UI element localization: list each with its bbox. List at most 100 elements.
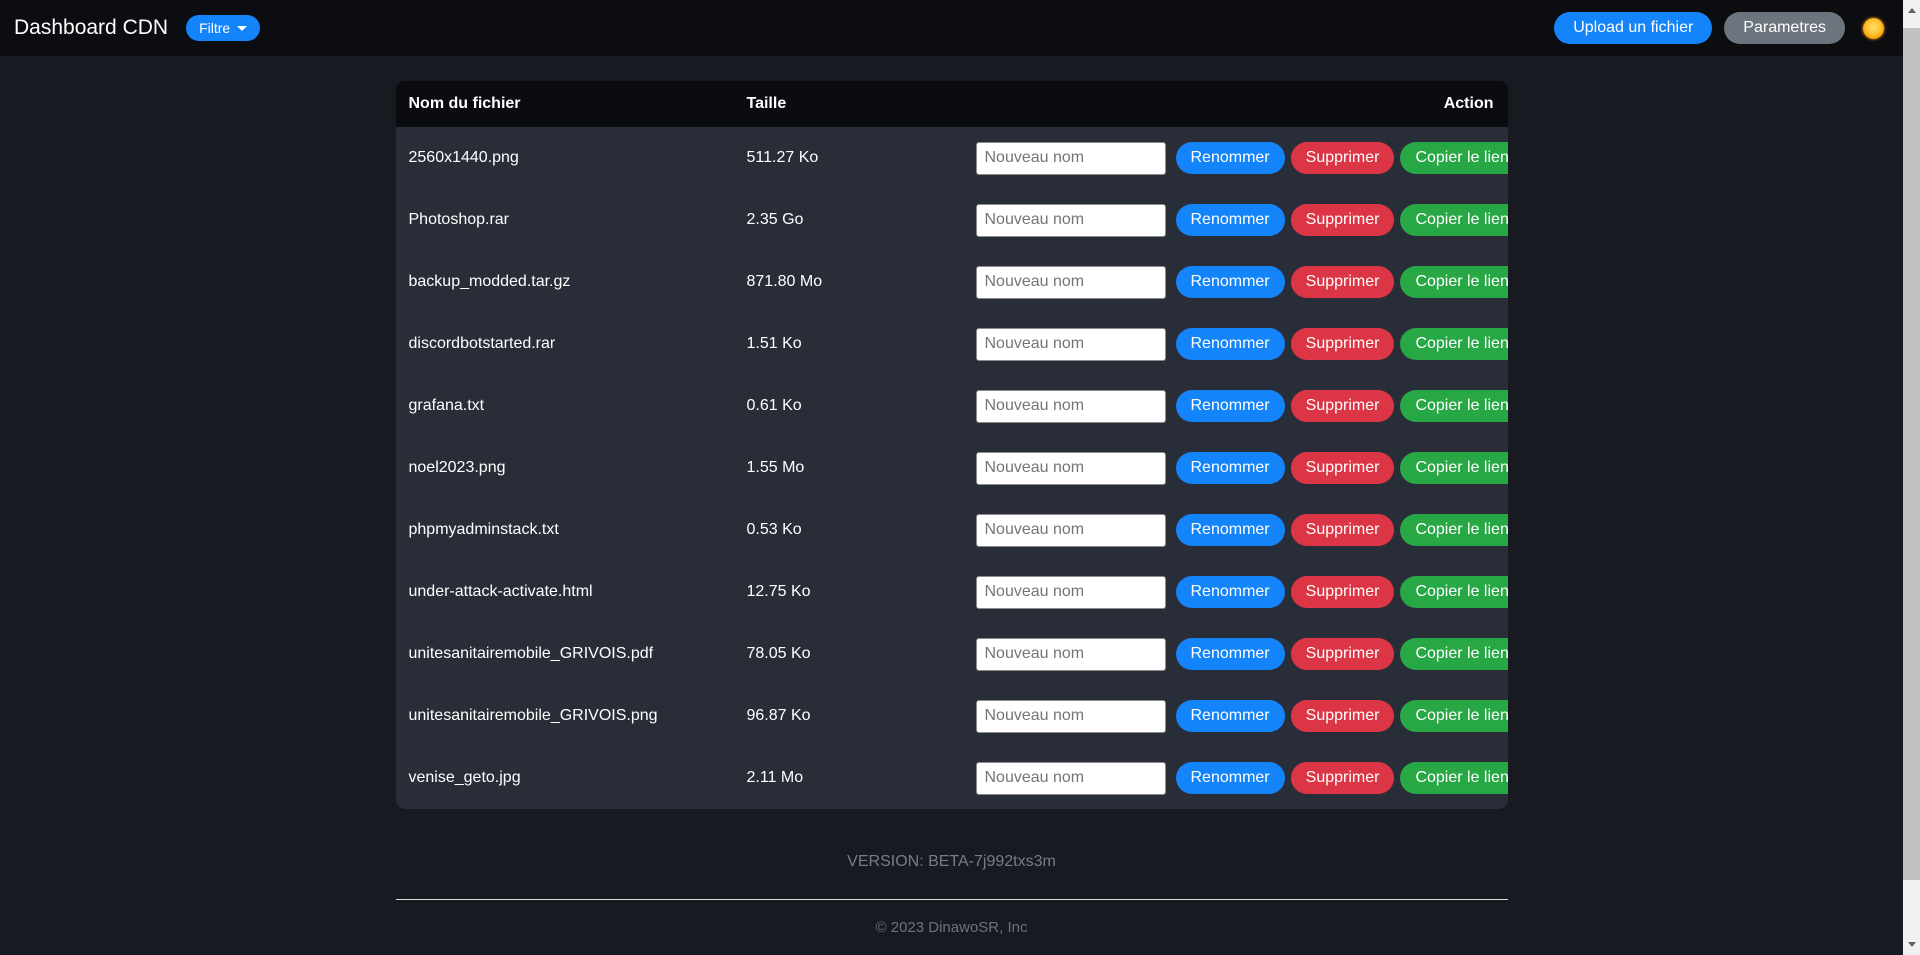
copy-link-button[interactable]: Copier le lien	[1400, 576, 1507, 608]
delete-button[interactable]: Supprimer	[1291, 762, 1395, 794]
delete-button[interactable]: Supprimer	[1291, 266, 1395, 298]
file-name: under-attack-activate.html	[396, 583, 734, 601]
rename-button[interactable]: Renommer	[1176, 142, 1285, 174]
file-actions: Renommer Supprimer Copier le lien	[976, 452, 1508, 485]
rename-input[interactable]	[976, 452, 1166, 485]
scrollbar-thumb[interactable]	[1903, 28, 1920, 880]
copy-link-button[interactable]: Copier le lien	[1400, 266, 1507, 298]
footer-divider	[396, 899, 1508, 900]
column-header-size: Taille	[734, 95, 976, 113]
copy-link-button[interactable]: Copier le lien	[1400, 390, 1507, 422]
scroll-up-arrow-icon[interactable]	[1903, 2, 1920, 19]
file-name: discordbotstarted.rar	[396, 335, 734, 353]
copy-link-button[interactable]: Copier le lien	[1400, 328, 1507, 360]
rename-input[interactable]	[976, 514, 1166, 547]
table-row: 2560x1440.png 511.27 Ko Renommer Supprim…	[396, 127, 1508, 189]
file-actions: Renommer Supprimer Copier le lien	[976, 266, 1508, 299]
upload-file-button[interactable]: Upload un fichier	[1554, 12, 1712, 44]
copy-link-button[interactable]: Copier le lien	[1400, 142, 1507, 174]
navbar: Dashboard CDN Filtre Upload un fichier P…	[0, 0, 1920, 56]
table-body: 2560x1440.png 511.27 Ko Renommer Supprim…	[396, 127, 1508, 809]
rename-button[interactable]: Renommer	[1176, 204, 1285, 236]
delete-button[interactable]: Supprimer	[1291, 142, 1395, 174]
table-row: unitesanitairemobile_GRIVOIS.pdf 78.05 K…	[396, 623, 1508, 685]
rename-input[interactable]	[976, 204, 1166, 237]
file-size: 1.55 Mo	[734, 459, 976, 477]
filter-dropdown-button[interactable]: Filtre	[186, 15, 260, 41]
table-row: under-attack-activate.html 12.75 Ko Reno…	[396, 561, 1508, 623]
file-size: 2.11 Mo	[734, 769, 976, 787]
settings-button[interactable]: Parametres	[1724, 12, 1845, 44]
file-size: 1.51 Ko	[734, 335, 976, 353]
rename-button[interactable]: Renommer	[1176, 266, 1285, 298]
rename-button[interactable]: Renommer	[1176, 700, 1285, 732]
copy-link-button[interactable]: Copier le lien	[1400, 762, 1507, 794]
file-name: unitesanitairemobile_GRIVOIS.png	[396, 707, 734, 725]
delete-button[interactable]: Supprimer	[1291, 328, 1395, 360]
rename-button[interactable]: Renommer	[1176, 762, 1285, 794]
file-actions: Renommer Supprimer Copier le lien	[976, 576, 1508, 609]
rename-input[interactable]	[976, 390, 1166, 423]
file-size: 511.27 Ko	[734, 149, 976, 167]
rename-button[interactable]: Renommer	[1176, 576, 1285, 608]
rename-input[interactable]	[976, 638, 1166, 671]
file-actions: Renommer Supprimer Copier le lien	[976, 328, 1508, 361]
rename-button[interactable]: Renommer	[1176, 390, 1285, 422]
delete-button[interactable]: Supprimer	[1291, 700, 1395, 732]
copy-link-button[interactable]: Copier le lien	[1400, 452, 1507, 484]
copyright-label: © 2023 DinawoSR, Inc	[396, 919, 1508, 936]
file-name: unitesanitairemobile_GRIVOIS.pdf	[396, 645, 734, 663]
chevron-down-icon	[237, 26, 247, 31]
table-row: venise_geto.jpg 2.11 Mo Renommer Supprim…	[396, 747, 1508, 809]
rename-input[interactable]	[976, 576, 1166, 609]
file-name: backup_modded.tar.gz	[396, 273, 734, 291]
sun-icon[interactable]	[1863, 18, 1884, 39]
rename-input[interactable]	[976, 266, 1166, 299]
file-size: 871.80 Mo	[734, 273, 976, 291]
scrollbar[interactable]	[1903, 0, 1920, 955]
scroll-down-arrow-icon[interactable]	[1903, 936, 1920, 953]
file-size: 96.87 Ko	[734, 707, 976, 725]
delete-button[interactable]: Supprimer	[1291, 452, 1395, 484]
table-row: phpmyadminstack.txt 0.53 Ko Renommer Sup…	[396, 499, 1508, 561]
delete-button[interactable]: Supprimer	[1291, 390, 1395, 422]
file-name: 2560x1440.png	[396, 149, 734, 167]
rename-input[interactable]	[976, 700, 1166, 733]
file-size: 0.53 Ko	[734, 521, 976, 539]
file-name: noel2023.png	[396, 459, 734, 477]
app-title: Dashboard CDN	[14, 16, 168, 40]
version-label: VERSION: BETA-7j992txs3m	[396, 853, 1508, 871]
copy-link-button[interactable]: Copier le lien	[1400, 700, 1507, 732]
file-actions: Renommer Supprimer Copier le lien	[976, 700, 1508, 733]
copy-link-button[interactable]: Copier le lien	[1400, 638, 1507, 670]
table-row: grafana.txt 0.61 Ko Renommer Supprimer C…	[396, 375, 1508, 437]
table-row: backup_modded.tar.gz 871.80 Mo Renommer …	[396, 251, 1508, 313]
file-actions: Renommer Supprimer Copier le lien	[976, 390, 1508, 423]
file-actions: Renommer Supprimer Copier le lien	[976, 204, 1508, 237]
delete-button[interactable]: Supprimer	[1291, 204, 1395, 236]
table-header-row: Nom du fichier Taille Action	[396, 81, 1508, 127]
rename-input[interactable]	[976, 762, 1166, 795]
file-name: grafana.txt	[396, 397, 734, 415]
main-area: Nom du fichier Taille Action 2560x1440.p…	[0, 81, 1903, 936]
table-row: noel2023.png 1.55 Mo Renommer Supprimer …	[396, 437, 1508, 499]
rename-input[interactable]	[976, 328, 1166, 361]
delete-button[interactable]: Supprimer	[1291, 514, 1395, 546]
rename-button[interactable]: Renommer	[1176, 328, 1285, 360]
rename-button[interactable]: Renommer	[1176, 452, 1285, 484]
file-size: 0.61 Ko	[734, 397, 976, 415]
file-size: 12.75 Ko	[734, 583, 976, 601]
table-row: Photoshop.rar 2.35 Go Renommer Supprimer…	[396, 189, 1508, 251]
table-row: discordbotstarted.rar 1.51 Ko Renommer S…	[396, 313, 1508, 375]
rename-button[interactable]: Renommer	[1176, 638, 1285, 670]
rename-input[interactable]	[976, 142, 1166, 175]
copy-link-button[interactable]: Copier le lien	[1400, 514, 1507, 546]
copy-link-button[interactable]: Copier le lien	[1400, 204, 1507, 236]
delete-button[interactable]: Supprimer	[1291, 638, 1395, 670]
delete-button[interactable]: Supprimer	[1291, 576, 1395, 608]
file-size: 2.35 Go	[734, 211, 976, 229]
file-name: venise_geto.jpg	[396, 769, 734, 787]
file-actions: Renommer Supprimer Copier le lien	[976, 762, 1508, 795]
file-actions: Renommer Supprimer Copier le lien	[976, 142, 1508, 175]
rename-button[interactable]: Renommer	[1176, 514, 1285, 546]
